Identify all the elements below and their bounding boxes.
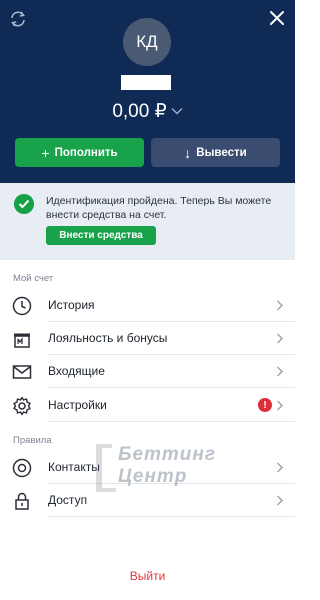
lock-icon [15, 492, 29, 510]
make-deposit-button[interactable]: Внести средства [46, 226, 156, 245]
verification-message: Идентификация пройдена. Теперь Вы можете… [46, 195, 272, 221]
check-icon [14, 194, 34, 214]
divider [48, 421, 295, 422]
plus-icon: + [41, 144, 50, 161]
close-icon[interactable] [268, 9, 286, 27]
menu-item-label: Входящие [48, 364, 105, 378]
chevron-right-icon [277, 300, 283, 311]
avatar: КД [123, 18, 171, 66]
menu-item-history[interactable]: История [0, 289, 295, 322]
gear-icon [13, 396, 31, 416]
divider [48, 387, 295, 388]
arrow-down-icon: ↓ [184, 144, 192, 161]
lifebuoy-icon [12, 458, 32, 478]
menu-item-label: История [48, 298, 95, 312]
chevron-right-icon [277, 400, 283, 411]
menu-item-label: Настройки [48, 398, 107, 412]
user-name-redacted [121, 75, 171, 90]
withdraw-button-label: Вывести [196, 146, 247, 159]
gift-icon [14, 333, 30, 348]
section-label-rules: Правила [13, 435, 52, 446]
alert-badge: ! [258, 398, 272, 412]
chevron-right-icon [277, 495, 283, 506]
watermark-line-1: Беттинг [118, 444, 217, 465]
chevron-down-icon [171, 108, 183, 115]
menu-item-label: Доступ [48, 493, 88, 507]
balance-amount: 0,00 ₽ [112, 100, 167, 122]
watermark-line-2: Центр [118, 466, 188, 487]
section-label-my-account: Мой счет [13, 273, 54, 284]
avatar-initials: КД [136, 32, 158, 51]
balance-selector[interactable]: 0,00 ₽ [0, 99, 295, 123]
chevron-right-icon [277, 333, 283, 344]
deposit-button[interactable]: + Пополнить [15, 138, 144, 167]
chevron-right-icon [277, 366, 283, 377]
menu-item-loyalty[interactable]: Лояльность и бонусы [0, 322, 295, 355]
deposit-button-label: Пополнить [54, 146, 118, 159]
logout-button[interactable]: Выйти [0, 569, 295, 583]
refresh-icon[interactable] [8, 9, 28, 29]
divider [48, 516, 295, 517]
menu-item-settings[interactable]: Настройки ! [0, 389, 295, 422]
chevron-right-icon [277, 462, 283, 473]
withdraw-button[interactable]: ↓ Вывести [151, 138, 280, 167]
envelope-icon [12, 365, 32, 379]
clock-icon [12, 296, 32, 316]
menu-item-label: Лояльность и бонусы [48, 331, 168, 345]
watermark-text: Беттинг Центр [118, 444, 216, 488]
menu-item-inbox[interactable]: Входящие [0, 355, 295, 388]
